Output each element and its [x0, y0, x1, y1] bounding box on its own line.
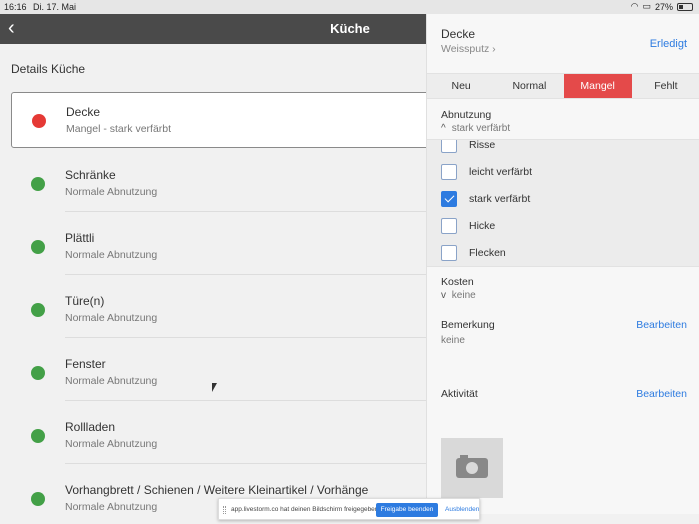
hide-banner-link[interactable]: Ausblenden: [445, 506, 479, 513]
item-status: Normale Abnutzung: [65, 375, 158, 387]
stop-sharing-button[interactable]: Freigabe beenden: [376, 503, 438, 517]
checkbox[interactable]: [441, 140, 457, 153]
list-item[interactable]: Schränke Normale Abnutzung: [11, 156, 431, 212]
item-status: Normale Abnutzung: [65, 501, 158, 513]
option-label: stark verfärbt: [469, 193, 531, 205]
divider: [65, 274, 431, 275]
chevron-down-icon: v: [441, 290, 446, 301]
back-chevron-icon[interactable]: ‹: [8, 17, 24, 39]
mouse-pointer-icon: [212, 383, 217, 392]
panel-title: Decke: [441, 27, 476, 41]
section-title: Details Küche: [11, 62, 86, 76]
option-label: Flecken: [469, 247, 506, 259]
status-time: 16:16: [4, 2, 27, 12]
detail-panel: Decke Weissputz › Erledigt Neu Normal Ma…: [426, 14, 699, 514]
page-title: Küche: [330, 21, 370, 36]
status-dot-icon: [31, 429, 45, 443]
status-date: Di. 17. Mai: [33, 2, 77, 12]
wear-options-list[interactable]: Risse leicht verfärbt stark verfärbt Hic…: [427, 139, 699, 267]
battery-percent: 27%: [654, 1, 673, 12]
screen-share-banner: app.livestorm.co hat deinen Bildschirm f…: [218, 498, 480, 520]
list-item[interactable]: Rollladen Normale Abnutzung: [11, 408, 431, 464]
item-status: Normale Abnutzung: [65, 186, 158, 198]
checkbox[interactable]: [441, 245, 457, 261]
option-leicht-verfaerbt[interactable]: leicht verfärbt: [441, 163, 532, 181]
activity-edit-button[interactable]: Bearbeiten: [636, 388, 687, 400]
chevron-right-icon: ›: [492, 43, 496, 55]
wear-label: Abnutzung: [441, 109, 492, 121]
drag-handle-icon[interactable]: [223, 506, 226, 514]
checkbox-checked[interactable]: [441, 191, 457, 207]
segment-fehlt[interactable]: Fehlt: [632, 74, 699, 98]
item-name: Schränke: [65, 168, 116, 182]
segment-neu[interactable]: Neu: [427, 74, 495, 98]
material-label: Weissputz: [441, 43, 490, 55]
share-message: app.livestorm.co hat deinen Bildschirm f…: [231, 506, 381, 513]
remark-label: Bemerkung: [441, 319, 495, 331]
option-flecken[interactable]: Flecken: [441, 244, 506, 262]
status-dot-icon: [31, 177, 45, 191]
remark-value: keine: [441, 335, 465, 346]
segment-normal[interactable]: Normal: [495, 74, 563, 98]
status-bar: 16:16 Di. 17. Mai ◠ ▭ 27%: [0, 0, 699, 14]
battery-icon: [677, 2, 693, 11]
costs-label: Kosten: [441, 276, 474, 288]
option-label: Hicke: [469, 220, 496, 232]
option-hicke[interactable]: Hicke: [441, 217, 495, 235]
costs-dropdown[interactable]: v keine: [441, 290, 476, 301]
option-stark-verfaerbt[interactable]: stark verfärbt: [441, 190, 530, 208]
list-item[interactable]: Türe(n) Normale Abnutzung: [11, 282, 431, 338]
item-status: Normale Abnutzung: [65, 438, 158, 450]
status-indicators: ◠ ▭ 27%: [631, 1, 693, 12]
costs-value: keine: [451, 290, 476, 301]
divider: [65, 337, 431, 338]
list-item[interactable]: Plättli Normale Abnutzung: [11, 219, 431, 275]
checkbox[interactable]: [441, 164, 457, 180]
wear-dropdown[interactable]: ^ stark verfärbt: [441, 123, 510, 134]
item-status: Mangel - stark verfärbt: [66, 123, 172, 135]
list-item[interactable]: Fenster Normale Abnutzung: [11, 345, 431, 401]
status-dot-icon: [31, 492, 45, 506]
item-name: Rollladen: [65, 420, 116, 434]
panel-subtitle[interactable]: Weissputz ›: [441, 43, 496, 55]
item-name: Vorhangbrett / Schienen / Weitere Kleina…: [65, 483, 369, 497]
divider: [65, 400, 431, 401]
activity-label: Aktivität: [441, 388, 478, 400]
done-button[interactable]: Erledigt: [650, 38, 687, 50]
screen-mirroring-icon: ▭: [642, 1, 651, 11]
item-name: Plättli: [65, 231, 95, 245]
wear-value: stark verfärbt: [451, 123, 511, 134]
divider: [65, 463, 431, 464]
status-dot-icon: [31, 240, 45, 254]
item-name: Decke: [66, 105, 101, 119]
add-photo-button[interactable]: [441, 438, 503, 498]
item-name: Türe(n): [65, 294, 105, 308]
list-item-decke[interactable]: Decke Mangel - stark verfärbt: [11, 92, 431, 148]
camera-icon: [456, 455, 488, 478]
status-dot-icon: [31, 303, 45, 317]
option-label: Risse: [469, 139, 496, 151]
wifi-icon: ◠: [630, 1, 639, 11]
option-risse[interactable]: Risse: [441, 139, 496, 154]
segment-mangel[interactable]: Mangel: [563, 74, 632, 98]
item-name: Fenster: [65, 357, 106, 371]
status-dot-icon: [31, 366, 45, 380]
item-status: Normale Abnutzung: [65, 312, 158, 324]
status-dot-icon: [32, 114, 46, 128]
condition-segmented-control: Neu Normal Mangel Fehlt: [427, 73, 699, 99]
divider: [65, 211, 431, 212]
remark-edit-button[interactable]: Bearbeiten: [636, 319, 687, 331]
checkbox[interactable]: [441, 218, 457, 234]
item-status: Normale Abnutzung: [65, 249, 158, 261]
chevron-up-icon: ^: [441, 123, 446, 134]
option-label: leicht verfärbt: [469, 166, 533, 178]
